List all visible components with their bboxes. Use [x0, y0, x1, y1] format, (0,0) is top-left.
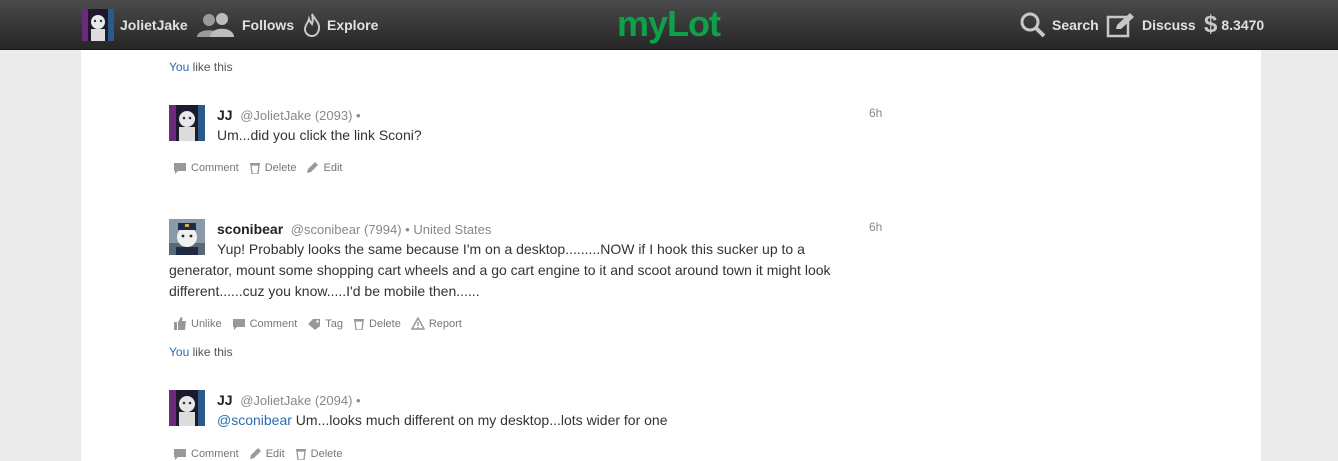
post-jolietjake-2: JJ @JolietJake (2094) • @sconibear Um...…	[169, 390, 889, 461]
edit-button[interactable]: Edit	[306, 161, 342, 174]
post-header: JJ @JolietJake (2093) •	[217, 107, 361, 123]
comment-button[interactable]: Comment	[173, 448, 239, 460]
edit-button[interactable]: Edit	[249, 447, 285, 460]
flame-icon	[303, 13, 321, 37]
warning-icon	[410, 317, 425, 330]
post-actions: Comment Delete Edit	[173, 161, 352, 174]
top-nav-bar: JolietJake Follows Explore myLot Search …	[0, 0, 1338, 50]
delete-button[interactable]: Delete	[353, 317, 401, 330]
post-body: Um...did you click the link Sconi?	[217, 127, 422, 143]
separator: •	[356, 393, 361, 408]
post-time[interactable]: 6h	[869, 220, 882, 234]
comment-icon	[174, 162, 186, 174]
pencil-icon	[307, 162, 319, 173]
explore-link[interactable]: Explore	[303, 0, 378, 50]
post-actions: Unlike Comment Tag Delete Report	[173, 317, 472, 330]
separator: •	[405, 222, 410, 237]
unlike-button[interactable]: Unlike	[173, 317, 222, 330]
author-score: (2094)	[314, 393, 353, 408]
mention-link[interactable]: @sconibear	[217, 412, 292, 428]
thumbs-up-icon	[174, 317, 186, 330]
pencil-icon	[249, 448, 261, 459]
report-button[interactable]: Report	[410, 317, 462, 330]
avatar[interactable]	[169, 390, 205, 426]
post-time[interactable]: 6h	[869, 106, 882, 120]
post-body: @sconibear Um...looks much different on …	[217, 410, 668, 431]
author-name[interactable]: sconibear	[217, 221, 283, 237]
author-name[interactable]: JJ	[217, 107, 233, 123]
author-score: (7994)	[363, 222, 402, 237]
author-location: United States	[413, 222, 492, 237]
comment-button[interactable]: Comment	[232, 318, 297, 330]
discuss-label: Discuss	[1142, 17, 1196, 33]
you-link[interactable]: You	[169, 60, 189, 74]
follows-link[interactable]: Follows	[196, 0, 294, 50]
likes-line: You like this	[169, 345, 233, 359]
trash-icon	[354, 319, 365, 330]
comment-icon	[174, 448, 186, 460]
you-link[interactable]: You	[169, 345, 189, 359]
mylot-logo[interactable]: myLot	[617, 4, 721, 44]
trash-icon	[249, 163, 260, 174]
delete-button[interactable]: Delete	[249, 161, 296, 174]
tag-button[interactable]: Tag	[307, 318, 343, 330]
dollar-icon: $	[1204, 11, 1218, 38]
avatar[interactable]	[169, 105, 205, 141]
trash-icon	[295, 449, 306, 460]
likes-line: You like this	[169, 60, 233, 74]
delete-button[interactable]: Delete	[295, 447, 342, 460]
post-body: Yup! Probably looks the same because I'm…	[169, 241, 831, 299]
search-label: Search	[1052, 17, 1099, 33]
username-label: JolietJake	[120, 17, 188, 33]
author-handle[interactable]: @JolietJake	[240, 393, 311, 408]
balance-label: 8.3470	[1221, 17, 1265, 33]
users-icon	[197, 13, 234, 37]
author-handle[interactable]: @sconibear	[291, 222, 361, 237]
separator: •	[356, 108, 361, 123]
earnings-link[interactable]: $ 8.3470	[1204, 0, 1264, 50]
post-text: Um...looks much different on my desktop.…	[291, 412, 668, 428]
post-sconibear: sconibear @sconibear (7994) • United Sta…	[169, 219, 889, 339]
tag-icon	[308, 318, 321, 330]
explore-label: Explore	[327, 17, 379, 33]
comment-icon	[232, 318, 245, 330]
user-avatar	[82, 9, 114, 41]
post-actions: Comment Edit Delete	[173, 447, 352, 460]
author-name[interactable]: JJ	[217, 392, 233, 408]
search-link[interactable]: Search	[1020, 0, 1099, 50]
post-header: JJ @JolietJake (2094) •	[217, 392, 361, 408]
compose-icon	[1106, 13, 1134, 38]
author-score: (2093)	[314, 108, 353, 123]
discuss-link[interactable]: Discuss	[1106, 0, 1196, 50]
profile-link[interactable]: JolietJake	[82, 0, 188, 50]
search-icon	[1020, 12, 1046, 38]
post-header: sconibear @sconibear (7994) • United Sta…	[217, 221, 491, 237]
post-jolietjake-1: JJ @JolietJake (2093) • 6h Um...did you …	[169, 105, 889, 185]
author-handle[interactable]: @JolietJake	[240, 108, 311, 123]
comment-button[interactable]: Comment	[173, 162, 239, 174]
follows-label: Follows	[242, 17, 295, 33]
